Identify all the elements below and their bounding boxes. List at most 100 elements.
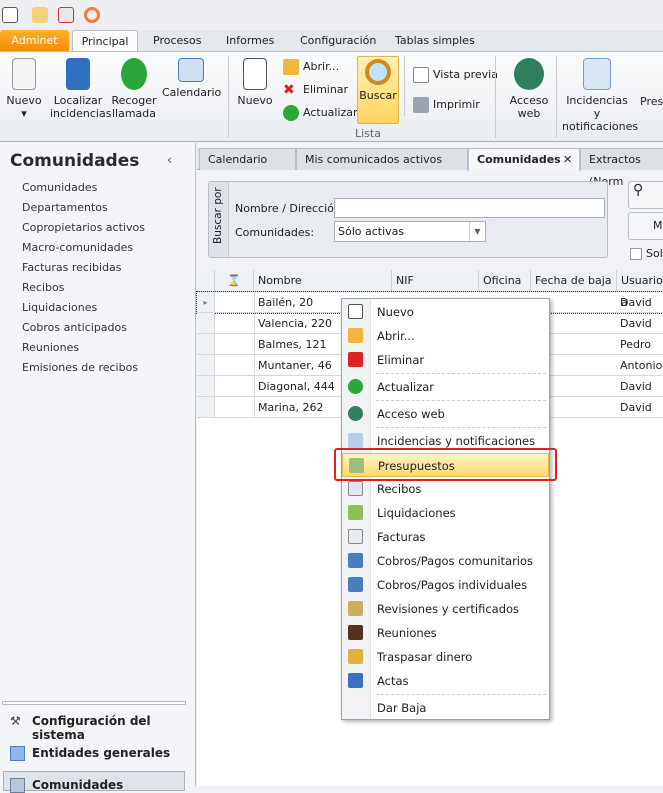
localizar-incidencias-button[interactable]: Localizar incidencias bbox=[50, 58, 111, 120]
ribbon: Nuevo ▾ Localizar incidencias Recoger lla… bbox=[0, 51, 663, 142]
sidebar-item-macro-comunidades[interactable]: Macro-comunidades bbox=[22, 241, 133, 254]
sidebar-title: Comunidades bbox=[10, 151, 140, 171]
phone-icon bbox=[121, 58, 147, 90]
mail-icon[interactable] bbox=[32, 7, 48, 23]
calendario-button[interactable]: Calendario bbox=[162, 58, 221, 99]
menu-separator bbox=[376, 694, 546, 695]
recoger-llamada-button[interactable]: Recoger llamada bbox=[110, 58, 158, 120]
row-indicator bbox=[197, 334, 215, 354]
tab-adminet[interactable]: Adminet bbox=[0, 30, 69, 52]
acceso-web-button[interactable]: Acceso web bbox=[506, 58, 552, 120]
menu-item-revisiones-y-certificados[interactable]: Revisiones y certificados bbox=[342, 597, 549, 621]
eliminar-button[interactable]: ✖ Eliminar bbox=[283, 82, 348, 98]
menu-item-acceso-web[interactable]: Acceso web bbox=[342, 402, 549, 426]
solo-checkbox[interactable] bbox=[630, 248, 642, 260]
menu-item-abrir[interactable]: Abrir... bbox=[342, 324, 549, 348]
menu-item-eliminar[interactable]: Eliminar bbox=[342, 348, 549, 372]
menu-item-cobros-pagos-individuales[interactable]: Cobros/Pagos individuales bbox=[342, 573, 549, 597]
calculator-user-icon bbox=[348, 577, 363, 592]
menu-item-traspasar-dinero[interactable]: Traspasar dinero bbox=[342, 645, 549, 669]
nuevo-lista-button[interactable]: Nuevo bbox=[236, 58, 274, 107]
hourglass-icon: ⌛ bbox=[215, 270, 254, 292]
menu-item-facturas[interactable]: Facturas bbox=[342, 525, 549, 549]
col-nombre[interactable]: Nombre bbox=[254, 270, 392, 292]
col-usuario[interactable]: Usuario a bbox=[617, 270, 663, 309]
sidebar-item-facturas[interactable]: Facturas recibidas bbox=[22, 261, 122, 274]
nombre-label: Nombre / Dirección: bbox=[235, 202, 345, 215]
delete-x-icon: ✖ bbox=[283, 82, 295, 98]
doctab-comunidades[interactable]: Comunidades ✕ bbox=[468, 148, 580, 171]
row-indicator bbox=[197, 355, 215, 375]
comunidades-select[interactable]: Sólo activas ▼ bbox=[334, 221, 486, 242]
sidebar-item-recibos[interactable]: Recibos bbox=[22, 281, 64, 294]
sidebar-item-cobros[interactable]: Cobros anticipados bbox=[22, 321, 127, 334]
refresh-icon bbox=[283, 105, 299, 121]
delete-x-icon bbox=[348, 352, 363, 367]
nav-entidades[interactable]: Entidades generales bbox=[10, 746, 170, 761]
collapse-chevron-icon[interactable]: ‹ bbox=[167, 153, 172, 168]
nav-configuracion[interactable]: ⚒ Configuración del sistema bbox=[10, 714, 195, 742]
sidebar-item-comunidades[interactable]: Comunidades bbox=[22, 181, 97, 194]
cell-nombre: Balmes, 121 bbox=[258, 338, 327, 351]
cell-usuario: Pedro bbox=[620, 338, 652, 351]
imprimir-button[interactable]: Imprimir bbox=[413, 97, 480, 113]
file-cabinet-icon bbox=[66, 58, 90, 90]
col-fecha-baja[interactable]: Fecha de baja bbox=[531, 270, 617, 292]
tab-configuracion[interactable]: Configuración bbox=[292, 30, 384, 52]
calculator-icon bbox=[348, 553, 363, 568]
vista-previa-button[interactable]: Vista previa bbox=[413, 67, 498, 83]
magnifier-icon: ⚲ bbox=[633, 182, 644, 198]
col-nif[interactable]: NIF bbox=[392, 270, 479, 292]
more-button[interactable]: M bbox=[628, 212, 663, 240]
cell-usuario: David bbox=[620, 380, 652, 393]
sidebar-item-emisiones[interactable]: Emisiones de recibos bbox=[22, 361, 138, 374]
menu-item-cobros-pagos-comunitarios[interactable]: Cobros/Pagos comunitarios bbox=[342, 549, 549, 573]
magnifier-icon bbox=[365, 59, 391, 85]
tab-informes[interactable]: Informes bbox=[218, 30, 282, 52]
col-oficina[interactable]: Oficina bbox=[479, 270, 531, 292]
blank-document-icon bbox=[243, 58, 267, 90]
doctab-calendario[interactable]: Calendario bbox=[199, 148, 296, 170]
tab-tablas-simples[interactable]: Tablas simples bbox=[387, 30, 483, 52]
doctab-extractos[interactable]: Extractos (Norm bbox=[580, 148, 663, 188]
task-icon[interactable] bbox=[58, 7, 74, 23]
nav-comunidades[interactable]: Comunidades bbox=[10, 778, 123, 793]
presupuestos-button[interactable]: Pres bbox=[640, 58, 663, 108]
menu-item-actualizar[interactable]: Actualizar bbox=[342, 375, 549, 399]
close-icon[interactable]: ✕ bbox=[563, 149, 572, 171]
menu-item-nuevo[interactable]: Nuevo bbox=[342, 300, 549, 324]
cell-nombre: Valencia, 220 bbox=[258, 317, 333, 330]
doctab-mis-comunicados[interactable]: Mis comunicados activos bbox=[296, 148, 468, 170]
meeting-people-icon bbox=[348, 625, 363, 640]
splitter[interactable] bbox=[2, 701, 186, 705]
tab-principal[interactable]: Principal bbox=[72, 30, 138, 52]
app-icon[interactable] bbox=[2, 7, 18, 23]
menu-separator bbox=[376, 400, 546, 401]
broadcast-icon[interactable] bbox=[84, 7, 100, 23]
menu-separator bbox=[376, 373, 546, 374]
sidebar-item-reuniones[interactable]: Reuniones bbox=[22, 341, 79, 354]
notifications-icon bbox=[583, 58, 611, 90]
incidencias-button[interactable]: Incidencias y notificaciones bbox=[562, 58, 638, 133]
liquidation-icon bbox=[348, 505, 363, 520]
actualizar-button[interactable]: Actualizar bbox=[283, 105, 358, 121]
receipt-icon bbox=[348, 481, 363, 496]
chevron-down-icon[interactable]: ▼ bbox=[469, 222, 485, 241]
calendar-icon bbox=[178, 58, 204, 82]
menu-item-actas[interactable]: Actas bbox=[342, 669, 549, 693]
menu-item-reuniones[interactable]: Reuniones bbox=[342, 621, 549, 645]
sidebar-item-liquidaciones[interactable]: Liquidaciones bbox=[22, 301, 97, 314]
menu-item-dar-baja[interactable]: Dar Baja bbox=[342, 696, 549, 720]
tab-procesos[interactable]: Procesos bbox=[145, 30, 209, 52]
abrir-button[interactable]: Abrir... bbox=[283, 59, 339, 75]
sidebar-item-departamentos[interactable]: Departamentos bbox=[22, 201, 108, 214]
buscar-button[interactable]: Buscar bbox=[357, 56, 399, 124]
menu-separator bbox=[376, 427, 546, 428]
sidebar-item-copropietarios[interactable]: Copropietarios activos bbox=[22, 221, 145, 234]
nuevo-button[interactable]: Nuevo ▾ bbox=[4, 58, 44, 120]
menu-item-liquidaciones[interactable]: Liquidaciones bbox=[342, 501, 549, 525]
nombre-input[interactable] bbox=[334, 198, 605, 218]
search-button[interactable]: ⚲ bbox=[628, 181, 663, 209]
row-indicator bbox=[197, 397, 215, 417]
context-menu: Nuevo Abrir... Eliminar Actualizar Acceso we… bbox=[341, 298, 550, 720]
